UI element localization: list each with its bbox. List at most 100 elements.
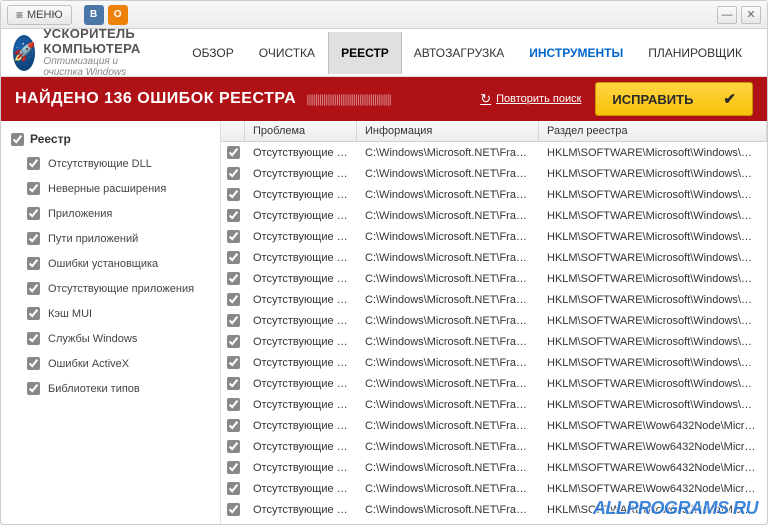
cell-info: C:\Windows\Microsoft.NET\Framew...: [357, 355, 539, 371]
tab-обзор[interactable]: ОБЗОР: [180, 32, 247, 74]
sidebar-item-checkbox[interactable]: [27, 332, 40, 345]
row-checkbox[interactable]: [227, 335, 240, 348]
table-row[interactable]: Отсутствующие DLLC:\Windows\Microsoft.NE…: [221, 268, 767, 289]
sidebar-item-checkbox[interactable]: [27, 182, 40, 195]
sidebar-item-checkbox[interactable]: [27, 357, 40, 370]
table-row[interactable]: Отсутствующие DLLC:\Windows\Microsoft.NE…: [221, 184, 767, 205]
brand-subtitle: Оптимизация и очистка Windows: [43, 56, 160, 78]
table-row[interactable]: Отсутствующие DLLC:\Windows\Microsoft.NE…: [221, 394, 767, 415]
table-row[interactable]: Отсутствующие DLLC:\Windows\Microsoft.NE…: [221, 352, 767, 373]
sidebar-item[interactable]: Приложения: [1, 201, 220, 226]
row-checkbox[interactable]: [227, 503, 240, 516]
nav-tabs: ОБЗОРОЧИСТКАРЕЕСТРАВТОЗАГРУЗКАИНСТРУМЕНТ…: [180, 32, 755, 74]
table-row[interactable]: Отсутствующие DLLC:\Windows\Microsoft.NE…: [221, 205, 767, 226]
cell-problem: Отсутствующие DLL: [245, 145, 357, 161]
tab-автозагрузка[interactable]: АВТОЗАГРУЗКА: [402, 32, 517, 74]
cell-section: HKLM\SOFTWARE\Microsoft\Windows\Curre...: [539, 229, 767, 245]
row-checkbox[interactable]: [227, 377, 240, 390]
minimize-button[interactable]: —: [717, 6, 737, 24]
table-row[interactable]: Отсутствующие DLLC:\Windows\Microsoft.NE…: [221, 247, 767, 268]
sidebar-item-checkbox[interactable]: [27, 207, 40, 220]
row-checkbox[interactable]: [227, 209, 240, 222]
sidebar-item[interactable]: Неверные расширения: [1, 176, 220, 201]
app-window: МЕНЮ B O — ✕ 🚀 УСКОРИТЕЛЬ КОМПЬЮТЕРА Опт…: [0, 0, 768, 525]
cell-info: C:\Windows\Microsoft.NET\Framew...: [357, 250, 539, 266]
menu-button[interactable]: МЕНЮ: [7, 5, 72, 25]
sidebar-item[interactable]: Службы Windows: [1, 326, 220, 351]
table-row[interactable]: Отсутствующие DLLC:\Windows\Microsoft.NE…: [221, 478, 767, 499]
cell-problem: Отсутствующие DLL: [245, 229, 357, 245]
sidebar-item-label: Ошибки установщика: [48, 258, 158, 270]
row-checkbox[interactable]: [227, 398, 240, 411]
repeat-search-link[interactable]: Повторить поиск: [480, 91, 581, 107]
sidebar-item-checkbox[interactable]: [27, 232, 40, 245]
close-button[interactable]: ✕: [741, 6, 761, 24]
brand-title: УСКОРИТЕЛЬ КОМПЬЮТЕРА: [43, 27, 160, 56]
cell-section: HKLM\SOFTWARE\Microsoft\Windows\Curre...: [539, 145, 767, 161]
tab-очистка[interactable]: ОЧИСТКА: [247, 32, 328, 74]
col-problem[interactable]: Проблема: [245, 121, 357, 141]
cell-problem: Отсутствующие DLL: [245, 523, 357, 525]
row-checkbox[interactable]: [227, 230, 240, 243]
table-body[interactable]: Отсутствующие DLLC:\Windows\Microsoft.NE…: [221, 142, 767, 524]
sidebar-item[interactable]: Отсутствующие приложения: [1, 276, 220, 301]
cell-section: HKLM\SOFTWARE\Microsoft\Windows\Curre...: [539, 208, 767, 224]
sidebar-item[interactable]: Ошибки ActiveX: [1, 351, 220, 376]
sidebar-item[interactable]: Кэш MUI: [1, 301, 220, 326]
sidebar-header[interactable]: Реестр: [1, 127, 220, 151]
row-checkbox[interactable]: [227, 440, 240, 453]
cell-info: C:\Windows\Microsoft.NET\Framew...: [357, 334, 539, 350]
table-row[interactable]: Отсутствующие DLLC:\Windows\Microsoft.NE…: [221, 415, 767, 436]
cell-section: HKLM\SOFTWARE\Wow6432Node\Microsoft\...: [539, 418, 767, 434]
cell-section: HKLM\SOFTWARE\Microsoft\Windows\Curre...: [539, 250, 767, 266]
tab-реестр[interactable]: РЕЕСТР: [328, 32, 402, 74]
sidebar-header-checkbox[interactable]: [11, 133, 24, 146]
table-row[interactable]: Отсутствующие DLLC:\Windows\Microsoft.NE…: [221, 310, 767, 331]
col-info[interactable]: Информация: [357, 121, 539, 141]
row-checkbox[interactable]: [227, 314, 240, 327]
row-checkbox[interactable]: [227, 461, 240, 474]
sidebar-item-label: Неверные расширения: [48, 183, 166, 195]
titlebar: МЕНЮ B O — ✕: [1, 1, 767, 29]
sidebar-item-checkbox[interactable]: [27, 307, 40, 320]
cell-section: HKLM\SOFTWARE\Microsoft\Windows\Curre...: [539, 355, 767, 371]
row-checkbox[interactable]: [227, 167, 240, 180]
sidebar-item[interactable]: Ошибки установщика: [1, 251, 220, 276]
sidebar-item-checkbox[interactable]: [27, 282, 40, 295]
ok-button[interactable]: O: [108, 5, 128, 25]
sidebar-item-checkbox[interactable]: [27, 382, 40, 395]
table-row[interactable]: Отсутствующие DLLC:\Windows\Microsoft.NE…: [221, 226, 767, 247]
table-row[interactable]: Отсутствующие DLLC:\Windows\Microsoft.NE…: [221, 163, 767, 184]
vk-button[interactable]: B: [84, 5, 104, 25]
table-row[interactable]: Отсутствующие DLLC:\Windows\Microsoft.NE…: [221, 499, 767, 520]
row-checkbox[interactable]: [227, 188, 240, 201]
sidebar-item-label: Ошибки ActiveX: [48, 358, 129, 370]
row-checkbox[interactable]: [227, 251, 240, 264]
row-checkbox[interactable]: [227, 482, 240, 495]
table-row[interactable]: Отсутствующие DLLC:\Windows\Microsoft.NE…: [221, 457, 767, 478]
sidebar-item-checkbox[interactable]: [27, 257, 40, 270]
row-checkbox[interactable]: [227, 356, 240, 369]
table-row[interactable]: Отсутствующие DLLC:\Windows\Microsoft.NE…: [221, 142, 767, 163]
fix-button[interactable]: ИСПРАВИТЬ ✔: [595, 82, 753, 116]
row-checkbox[interactable]: [227, 293, 240, 306]
table-row[interactable]: Отсутствующие DLLC:\Windows\Microsoft.NE…: [221, 373, 767, 394]
table-row[interactable]: Отсутствующие DLLC:\Windows\Microsoft.NE…: [221, 331, 767, 352]
row-checkbox[interactable]: [227, 146, 240, 159]
row-checkbox[interactable]: [227, 419, 240, 432]
col-section[interactable]: Раздел реестра: [539, 121, 767, 141]
sidebar-item-checkbox[interactable]: [27, 157, 40, 170]
cell-problem: Отсутствующие DLL: [245, 376, 357, 392]
sidebar-item-label: Отсутствующие DLL: [48, 158, 152, 170]
cell-problem: Отсутствующие DLL: [245, 334, 357, 350]
sidebar-item[interactable]: Пути приложений: [1, 226, 220, 251]
sidebar-item[interactable]: Отсутствующие DLL: [1, 151, 220, 176]
tab-планировщик[interactable]: ПЛАНИРОВЩИК: [636, 32, 755, 74]
table-row[interactable]: Отсутствующие DLLC:\Windows\Microsoft.NE…: [221, 520, 767, 524]
tab-инструменты[interactable]: ИНСТРУМЕНТЫ: [517, 32, 636, 74]
cell-problem: Отсутствующие DLL: [245, 166, 357, 182]
table-row[interactable]: Отсутствующие DLLC:\Windows\Microsoft.NE…: [221, 289, 767, 310]
sidebar-item[interactable]: Библиотеки типов: [1, 376, 220, 401]
row-checkbox[interactable]: [227, 272, 240, 285]
table-row[interactable]: Отсутствующие DLLC:\Windows\Microsoft.NE…: [221, 436, 767, 457]
